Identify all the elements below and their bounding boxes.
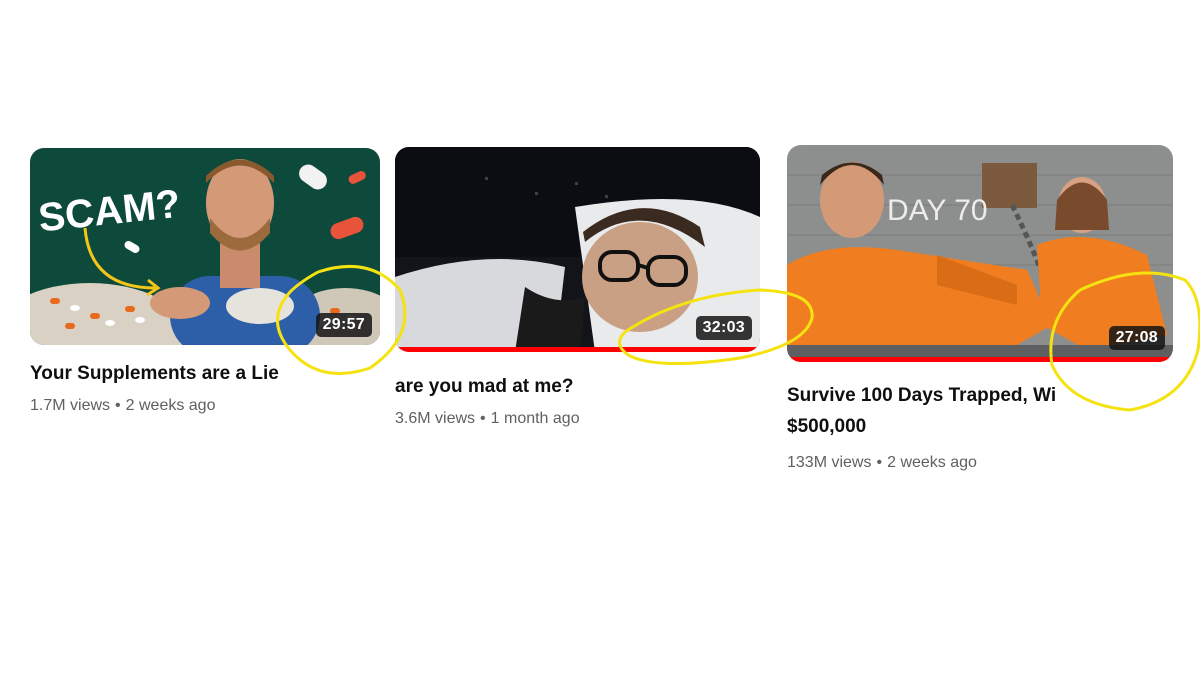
upload-age-2: 1 month ago <box>490 410 580 427</box>
video-title-2[interactable]: are you mad at me? <box>395 371 760 402</box>
video-meta-3: 133M views • 2 weeks ago <box>787 454 1173 472</box>
duration-badge-2: 32:03 <box>695 316 752 340</box>
video-grid: SCAM? 29:57 Your Supplements are a Lie 1… <box>0 0 1200 675</box>
video-card-2[interactable]: 32:03 are you mad at me? 3.6M views • 1 mo… <box>395 147 760 428</box>
video-thumbnail-2[interactable]: 32:03 <box>395 147 760 352</box>
video-title-3-line-2[interactable]: $500,000 <box>787 411 1173 442</box>
video-card-1[interactable]: SCAM? 29:57 Your Supplements are a Lie 1… <box>30 148 380 415</box>
video-thumbnail-3[interactable]: DAY 70 27:08 <box>787 145 1173 362</box>
video-meta-1: 1.7M views • 2 weeks ago <box>30 397 380 415</box>
view-count-2: 3.6M views <box>395 410 476 427</box>
watched-progress-bar-2 <box>395 347 760 352</box>
duration-badge-1: 29:57 <box>315 313 372 337</box>
duration-badge-3: 27:08 <box>1108 326 1165 350</box>
meta-separator: • <box>876 454 883 471</box>
video-card-3[interactable]: DAY 70 27:08 Survive 100 Days Trapped, W… <box>787 145 1173 472</box>
upload-age-3: 2 weeks ago <box>887 454 977 471</box>
video-title-3-line-1[interactable]: Survive 100 Days Trapped, Wi <box>787 380 1173 411</box>
video-title-1[interactable]: Your Supplements are a Lie <box>30 358 380 389</box>
watched-progress-bar-3 <box>787 357 1173 362</box>
view-count-3: 133M views <box>787 454 872 471</box>
video-thumbnail-1[interactable]: SCAM? 29:57 <box>30 148 380 345</box>
meta-separator: • <box>115 397 121 414</box>
thumbnail-day-text: DAY 70 <box>887 194 988 227</box>
video-meta-2: 3.6M views • 1 month ago <box>395 410 760 428</box>
meta-separator: • <box>480 410 486 427</box>
view-count-1: 1.7M views <box>30 397 111 414</box>
upload-age-1: 2 weeks ago <box>125 397 216 414</box>
